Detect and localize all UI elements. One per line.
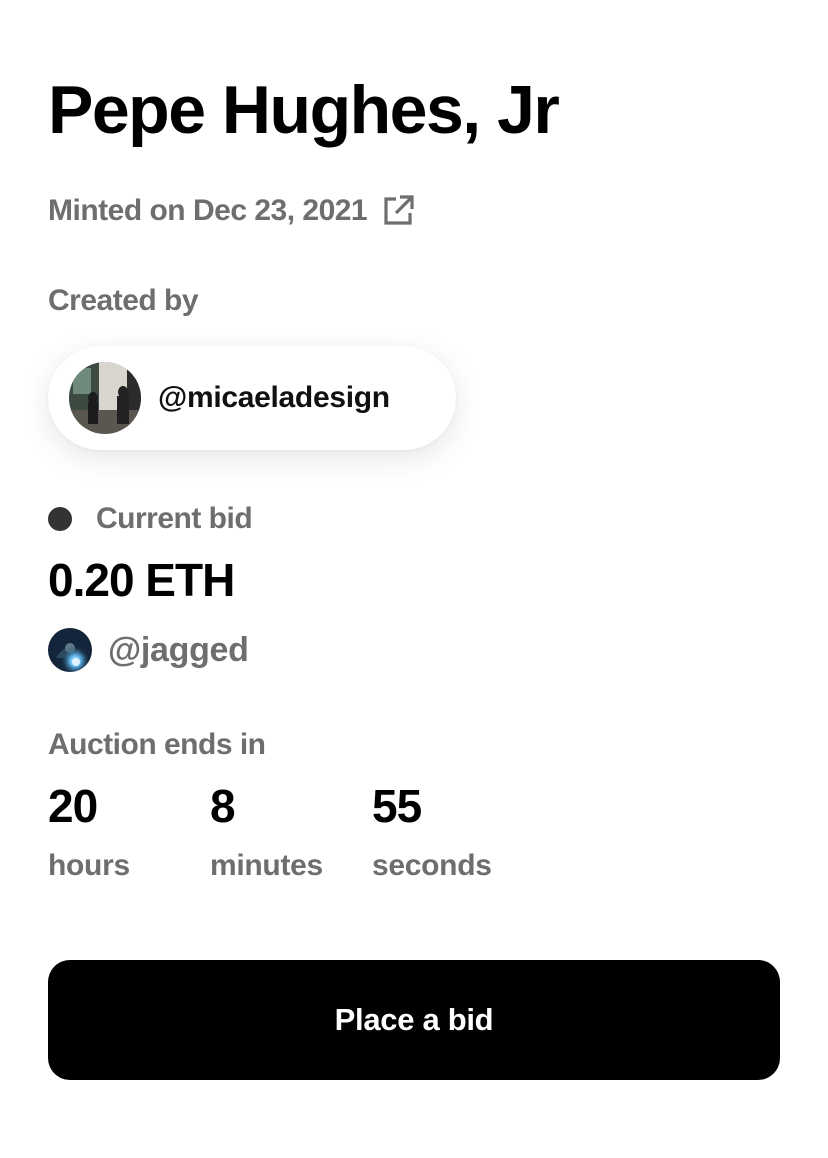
creator-handle: @micaeladesign bbox=[158, 381, 390, 414]
countdown-minutes-label: minutes bbox=[210, 849, 323, 882]
bidder-profile-link[interactable]: @jagged bbox=[48, 628, 249, 672]
current-bid-amount: 0.20 ETH bbox=[48, 554, 235, 606]
bidder-handle: @jagged bbox=[108, 631, 249, 669]
countdown-minutes: 8 minutes bbox=[210, 778, 370, 884]
external-link-icon[interactable] bbox=[381, 194, 415, 228]
minted-date: Minted on Dec 23, 2021 bbox=[48, 194, 368, 227]
created-by-label: Created by bbox=[48, 284, 199, 317]
status-dot-icon bbox=[48, 507, 72, 531]
countdown-seconds-value: 55 bbox=[372, 780, 422, 832]
countdown-seconds: 55 seconds bbox=[372, 778, 532, 884]
artwork-title: Pepe Hughes, Jr bbox=[48, 72, 560, 148]
countdown-minutes-value: 8 bbox=[210, 780, 236, 832]
countdown-hours-value: 20 bbox=[48, 780, 98, 832]
countdown-hours-label: hours bbox=[48, 849, 130, 882]
current-bid-label: Current bid bbox=[96, 502, 253, 535]
countdown-seconds-label: seconds bbox=[372, 849, 492, 882]
bidder-avatar bbox=[48, 628, 92, 672]
creator-profile-link[interactable]: @micaeladesign bbox=[48, 346, 456, 450]
creator-avatar bbox=[69, 362, 141, 434]
place-bid-button[interactable]: Place a bid bbox=[48, 960, 780, 1080]
minted-date-row: Minted on Dec 23, 2021 bbox=[48, 193, 415, 229]
countdown-hours: 20 hours bbox=[48, 778, 208, 884]
current-bid-header: Current bid bbox=[48, 501, 253, 537]
auction-ends-label: Auction ends in bbox=[48, 728, 266, 761]
